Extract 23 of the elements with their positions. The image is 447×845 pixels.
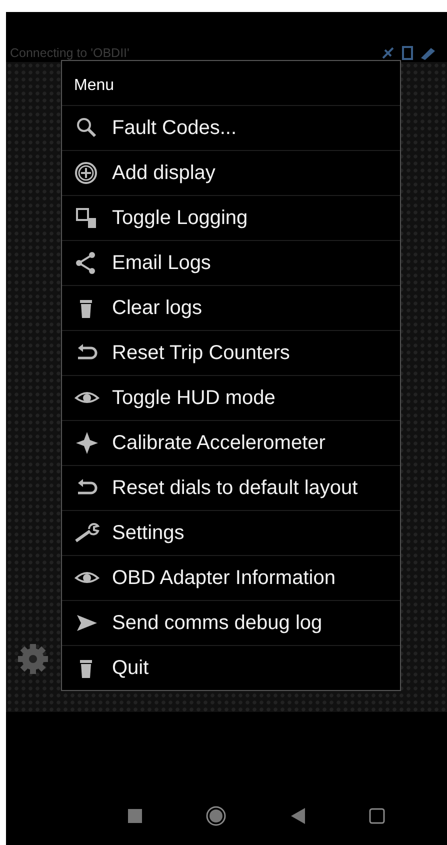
menu-item[interactable]: Reset Trip Counters xyxy=(62,330,400,375)
compass-icon xyxy=(74,431,100,455)
settings-icon[interactable] xyxy=(16,642,50,676)
menu-item[interactable]: Toggle HUD mode xyxy=(62,375,400,420)
home-icon[interactable] xyxy=(206,806,226,826)
menu-item[interactable]: Email Logs xyxy=(62,240,400,285)
wrench-icon xyxy=(74,521,100,545)
menu-item[interactable]: Settings xyxy=(62,510,400,555)
menu-item[interactable]: Quit xyxy=(62,645,400,690)
menu-title: Menu xyxy=(73,76,116,96)
recents-icon[interactable] xyxy=(128,809,142,823)
screen-icon[interactable] xyxy=(368,808,385,824)
back-icon[interactable] xyxy=(290,808,305,824)
menu-item[interactable]: OBD Adapter Information xyxy=(62,555,400,600)
menu-item[interactable]: Clear logs xyxy=(62,285,400,330)
menu-item[interactable]: Send comms debug log xyxy=(62,600,400,645)
menu-item[interactable]: Calibrate Accelerometer xyxy=(62,420,400,465)
plus-circle-icon xyxy=(74,161,100,185)
menu-item[interactable]: Toggle Logging xyxy=(62,195,400,240)
menu-item[interactable]: Add display xyxy=(62,150,400,195)
menu-item[interactable]: Fault Codes... xyxy=(62,105,400,150)
menu-item[interactable]: Reset dials to default layout xyxy=(62,465,400,510)
connection-status: Connecting to 'OBDII' xyxy=(10,46,130,60)
